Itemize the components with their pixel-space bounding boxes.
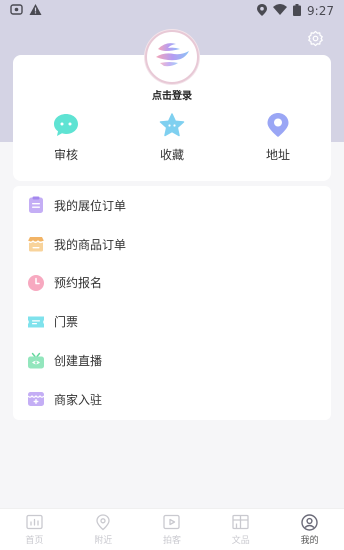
quick-actions: 审核 收藏 地址 [13, 112, 331, 164]
quick-action-address[interactable]: 地址 [233, 112, 323, 164]
tab-label: 首页 [25, 536, 44, 546]
status-bar: 9:27 [0, 0, 344, 22]
video-play-icon [163, 513, 181, 531]
settings-button[interactable] [306, 30, 324, 51]
quick-action-favorites[interactable]: 收藏 [127, 112, 217, 164]
gear-icon [307, 30, 324, 51]
battery-icon [293, 3, 302, 19]
tab-label: 文品 [231, 536, 250, 546]
menu-item-label: 预约报名 [54, 276, 103, 291]
menu-item-reservation[interactable]: 预约报名 [13, 264, 331, 303]
tab-label: 附近 [94, 536, 113, 546]
avatar[interactable] [145, 30, 199, 84]
tab-label: 拍客 [162, 536, 181, 546]
menu-item-label: 我的展位订单 [54, 198, 127, 213]
merchant-icon [27, 390, 45, 408]
chat-bubble-icon [53, 112, 79, 138]
menu-item-label: 门票 [54, 315, 79, 330]
status-time: 9:27 [307, 4, 334, 18]
menu-item-create-live[interactable]: 创建直播 [13, 341, 331, 380]
ticket-icon [27, 313, 45, 331]
tab-nearby[interactable]: 附近 [69, 509, 138, 550]
menu-list: 我的展位订单 我的商品订单 预约报名 门票 创建直播 商家入驻 [13, 186, 331, 420]
quick-action-review[interactable]: 审核 [21, 112, 111, 164]
shop-order-icon [27, 235, 45, 253]
tab-video[interactable]: 拍客 [138, 509, 207, 550]
tab-home[interactable]: 首页 [0, 509, 69, 550]
login-link[interactable]: 点击登录 [0, 87, 344, 102]
location-status-icon [257, 3, 268, 19]
chart-board-icon [25, 513, 43, 531]
tab-label: 我的 [300, 536, 319, 546]
tab-profile[interactable]: 我的 [275, 509, 344, 550]
quick-action-label: 审核 [53, 148, 78, 162]
storefront-icon [232, 513, 250, 531]
quick-action-label: 收藏 [159, 148, 184, 162]
clock-icon [27, 274, 45, 292]
user-profile-icon [301, 513, 319, 531]
location-pin-icon [265, 112, 291, 138]
menu-item-label: 我的商品订单 [54, 237, 127, 252]
map-pin-icon [94, 513, 112, 531]
tab-products[interactable]: 文品 [206, 509, 275, 550]
tv-live-icon [27, 352, 45, 370]
star-icon [159, 112, 185, 138]
wifi-icon [273, 4, 288, 18]
quick-action-label: 地址 [265, 148, 290, 162]
booth-order-icon [27, 196, 45, 214]
menu-item-tickets[interactable]: 门票 [13, 302, 331, 341]
menu-item-label: 创建直播 [54, 354, 103, 369]
menu-item-label: 商家入驻 [54, 392, 103, 407]
bottom-tab-bar: 首页 附近 拍客 文品 我的 [0, 508, 344, 550]
brand-logo-icon [152, 39, 192, 75]
android-notification-icon [10, 3, 23, 19]
menu-item-merchant-join[interactable]: 商家入驻 [13, 380, 331, 419]
warning-icon [29, 3, 42, 19]
menu-item-booth-orders[interactable]: 我的展位订单 [13, 186, 331, 225]
menu-item-product-orders[interactable]: 我的商品订单 [13, 225, 331, 264]
